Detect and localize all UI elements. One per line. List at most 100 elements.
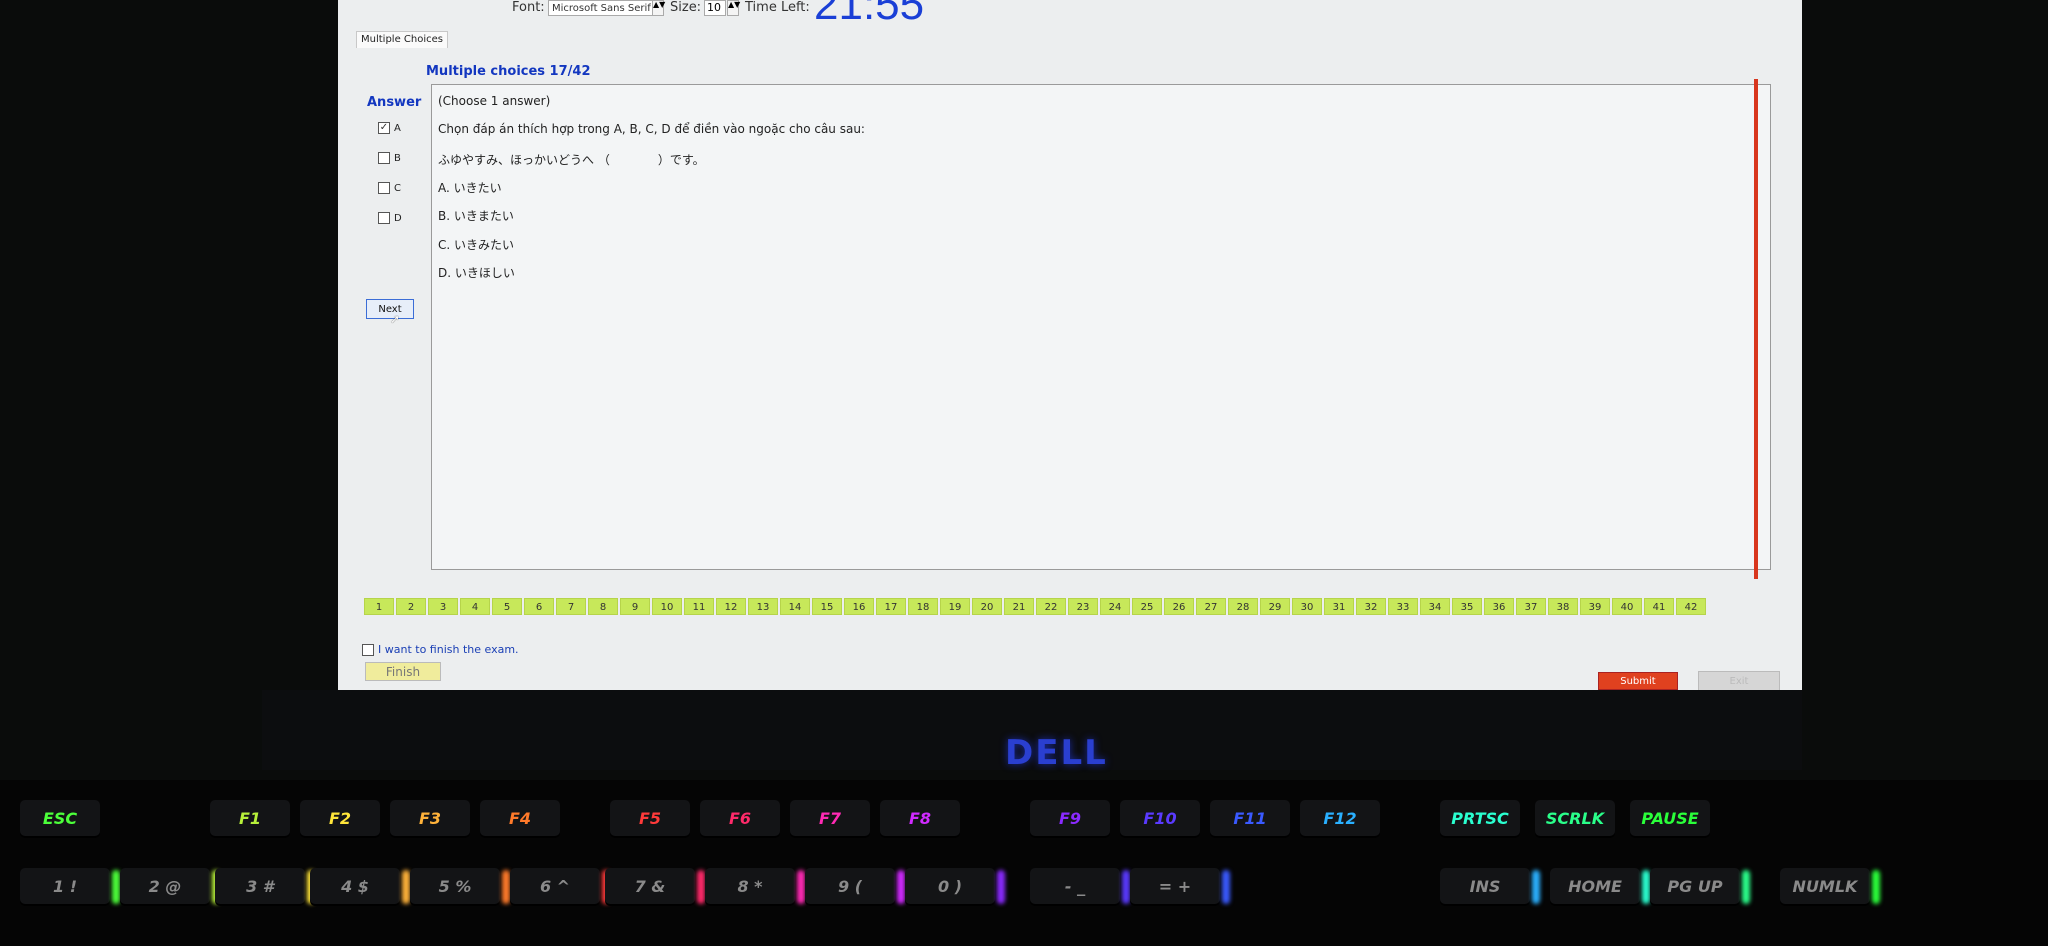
question-nav-button[interactable]: 18 [908,598,938,615]
finish-checkbox-row[interactable]: I want to finish the exam. [362,643,519,656]
question-nav-button[interactable]: 7 [556,598,586,615]
question-choice-d: D. いきほしい [438,266,515,280]
question-nav-button[interactable]: 33 [1388,598,1418,615]
question-nav-button[interactable]: 39 [1580,598,1610,615]
question-title: Multiple choices 17/42 [426,64,591,79]
question-nav-button[interactable]: 17 [876,598,906,615]
question-nav-button[interactable]: 5 [492,598,522,615]
question-choice-a: A. いきたい [438,181,502,195]
answer-option-c[interactable]: C [378,181,401,195]
question-nav-button[interactable]: 4 [460,598,490,615]
keyboard-key: 2 @ [120,868,210,904]
question-nav-button[interactable]: 34 [1420,598,1450,615]
question-nav-button[interactable]: 21 [1004,598,1034,615]
question-nav-button[interactable]: 1 [364,598,394,615]
answer-option-label: C [394,182,401,194]
submit-button[interactable]: Submit [1598,672,1678,690]
question-nav-button[interactable]: 41 [1644,598,1674,615]
laptop-screen: Font: Microsoft Sans Serif ▲▼ Size: 10 ▲… [338,0,1802,697]
answer-option-label: D [394,212,402,224]
tab-multiple-choices[interactable]: Multiple Choices [356,31,448,48]
answer-option-b[interactable]: B [378,151,401,165]
question-nav-button[interactable]: 2 [396,598,426,615]
checkbox-a[interactable]: ✓ [378,122,390,134]
keyboard-key: F11 [1210,800,1290,836]
question-nav-button[interactable]: 13 [748,598,778,615]
question-nav-button[interactable]: 37 [1516,598,1546,615]
question-nav-button[interactable]: 6 [524,598,554,615]
keyboard-key: F4 [480,800,560,836]
question-nav-button[interactable]: 25 [1132,598,1162,615]
question-nav-button[interactable]: 42 [1676,598,1706,615]
question-prompt: Chọn đáp án thích hợp trong A, B, C, D đ… [438,122,865,136]
question-nav-button[interactable]: 8 [588,598,618,615]
question-nav-button[interactable]: 27 [1196,598,1226,615]
question-panel: (Choose 1 answer) Chọn đáp án thích hợp … [431,79,1771,579]
key-backlight [1642,870,1650,904]
size-input[interactable]: 10 [704,0,726,16]
checkbox-d[interactable] [378,212,390,224]
keyboard-key: F9 [1030,800,1110,836]
font-spin-icon[interactable]: ▲▼ [652,0,665,16]
question-nav-button[interactable]: 11 [684,598,714,615]
question-nav-button[interactable]: 35 [1452,598,1482,615]
question-nav-button[interactable]: 29 [1260,598,1290,615]
question-nav-button[interactable]: 3 [428,598,458,615]
keyboard-key: F5 [610,800,690,836]
time-left-label: Time Left: [745,0,810,15]
question-nav-button[interactable]: 10 [652,598,682,615]
question-nav-button[interactable]: 20 [972,598,1002,615]
keyboard-key: 7 & [605,868,695,904]
key-backlight [1122,870,1130,904]
question-nav-button[interactable]: 31 [1324,598,1354,615]
keyboard-key: 3 # [215,868,305,904]
question-nav-button[interactable]: 40 [1612,598,1642,615]
keyboard-key: PAUSE [1630,800,1710,836]
key-backlight [697,870,705,904]
key-backlight [797,870,805,904]
question-nav-button[interactable]: 12 [716,598,746,615]
question-choice-b: B. いきまたい [438,209,514,223]
question-nav-button[interactable]: 26 [1164,598,1194,615]
answer-option-a[interactable]: ✓ A [378,121,401,135]
key-backlight [1872,870,1880,904]
font-select[interactable]: Microsoft Sans Serif [548,0,658,16]
question-nav-button[interactable]: 15 [812,598,842,615]
keyboard: ESC F1 F2 F3 F4 F5 F6 F7 F8 F9 F10 F11 F12 PRTSC SCRLK… [0,780,2048,946]
size-spin-icon[interactable]: ▲▼ [727,0,740,16]
answer-option-d[interactable]: D [378,211,402,225]
checkbox-c[interactable] [378,182,390,194]
keyboard-key: F1 [210,800,290,836]
size-label: Size: [670,0,702,15]
question-nav-button[interactable]: 14 [780,598,810,615]
question-nav-button[interactable]: 22 [1036,598,1066,615]
answer-option-label: A [394,122,401,134]
checkbox-b[interactable] [378,152,390,164]
keyboard-key: F10 [1120,800,1200,836]
question-choice-c: C. いきみたい [438,238,515,252]
question-nav-button[interactable]: 19 [940,598,970,615]
question-nav-button[interactable]: 9 [620,598,650,615]
exit-button[interactable]: Exit [1698,671,1780,691]
keyboard-key: F8 [880,800,960,836]
keyboard-key: F12 [1300,800,1380,836]
font-label: Font: [512,0,545,15]
key-backlight [112,870,120,904]
question-nav-button[interactable]: 38 [1548,598,1578,615]
question-nav-button[interactable]: 23 [1068,598,1098,615]
finish-checkbox[interactable] [362,643,374,656]
question-nav-button[interactable]: 28 [1228,598,1258,615]
finish-button[interactable]: Finish [365,662,441,681]
mouse-cursor-icon: ➚ [390,312,401,326]
key-backlight [502,870,510,904]
keyboard-key: = + [1130,868,1220,904]
question-nav-button[interactable]: 16 [844,598,874,615]
question-nav-button[interactable]: 32 [1356,598,1386,615]
question-nav-button[interactable]: 30 [1292,598,1322,615]
keyboard-key: 9 ( [805,868,895,904]
question-nav-button[interactable]: 36 [1484,598,1514,615]
question-nav-button[interactable]: 24 [1100,598,1130,615]
keyboard-key: F3 [390,800,470,836]
question-instruction: (Choose 1 answer) [438,94,551,108]
key-backlight [402,870,410,904]
